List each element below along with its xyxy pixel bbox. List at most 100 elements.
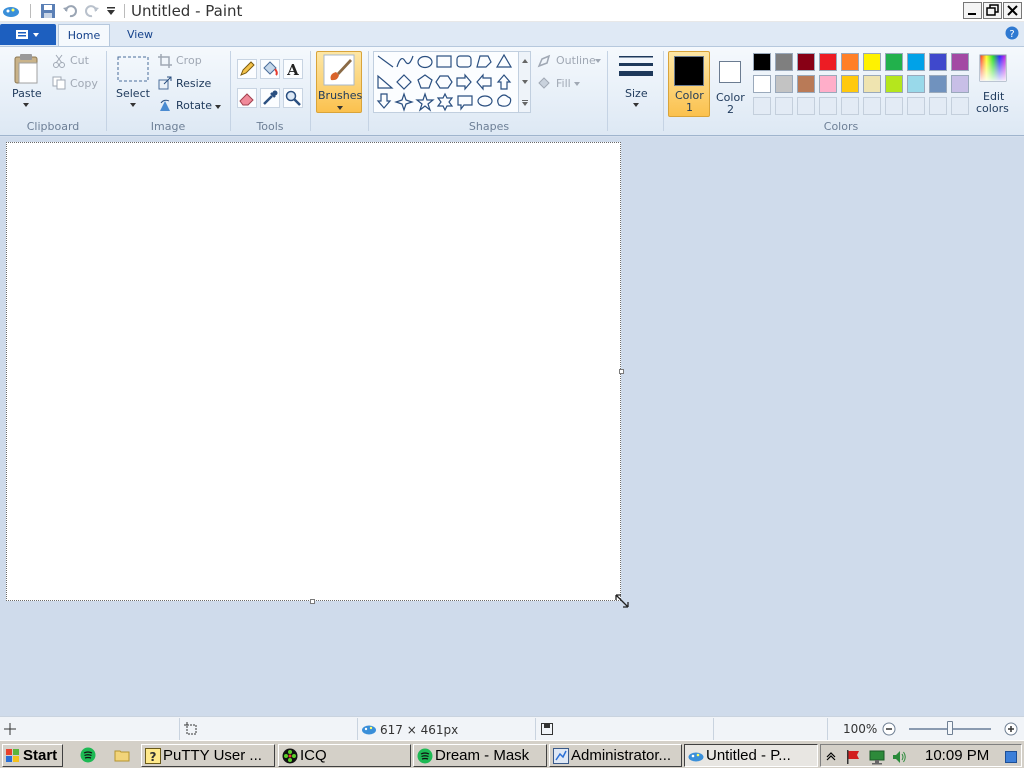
close-button[interactable] xyxy=(1003,2,1022,19)
palette-swatch[interactable] xyxy=(819,75,837,93)
start-button[interactable]: Start xyxy=(2,744,63,767)
crop-button[interactable]: Crop xyxy=(176,54,202,67)
palette-custom-swatch[interactable] xyxy=(753,97,771,115)
tray-expand-icon[interactable] xyxy=(826,751,836,761)
rotate-dropdown-arrow-icon[interactable] xyxy=(215,105,221,109)
brushes-button[interactable]: Brushes xyxy=(316,51,362,113)
canvas-resize-handle-bottom[interactable] xyxy=(310,599,315,604)
palette-swatch[interactable] xyxy=(885,75,903,93)
palette-swatch[interactable] xyxy=(775,53,793,71)
canvas-resize-handle-corner-icon[interactable] xyxy=(614,593,630,609)
palette-swatch[interactable] xyxy=(929,53,947,71)
palette-swatch[interactable] xyxy=(907,75,925,93)
color-2-button[interactable]: Color 2 xyxy=(712,51,750,117)
down-arrow-shape-icon[interactable] xyxy=(376,93,392,109)
four-point-star-shape-icon[interactable] xyxy=(394,92,414,112)
curve-shape-icon[interactable] xyxy=(396,55,414,68)
rounded-callout-shape-icon[interactable] xyxy=(457,95,473,111)
select-dropdown-arrow-icon[interactable] xyxy=(130,103,136,107)
palette-custom-swatch[interactable] xyxy=(841,97,859,115)
paste-button[interactable]: Paste xyxy=(12,87,42,100)
eraser-tool[interactable] xyxy=(237,88,257,108)
size-button[interactable]: Size xyxy=(614,51,658,113)
shapes-more-icon[interactable] xyxy=(522,100,528,106)
rectangle-shape-icon[interactable] xyxy=(436,55,452,68)
cut-button[interactable]: Cut xyxy=(70,54,89,67)
shapes-scroll[interactable] xyxy=(518,52,530,112)
save-icon[interactable] xyxy=(40,3,56,19)
up-arrow-shape-icon[interactable] xyxy=(496,74,512,90)
right-triangle-shape-icon[interactable] xyxy=(377,74,394,89)
shapes-scroll-down-icon[interactable] xyxy=(522,80,528,84)
oval-shape-icon[interactable] xyxy=(417,55,433,69)
polygon-shape-icon[interactable] xyxy=(476,55,492,68)
color-picker-tool[interactable] xyxy=(260,88,280,108)
pentagon-shape-icon[interactable] xyxy=(417,74,433,89)
undo-icon[interactable] xyxy=(62,3,78,19)
minimize-button[interactable] xyxy=(963,2,982,19)
paste-dropdown-arrow-icon[interactable] xyxy=(23,103,29,107)
cloud-callout-shape-icon[interactable] xyxy=(497,94,512,107)
redo-icon[interactable] xyxy=(84,3,100,19)
tab-view[interactable]: View xyxy=(114,24,166,46)
zoom-out-icon[interactable] xyxy=(882,722,896,736)
palette-swatch[interactable] xyxy=(819,53,837,71)
network-icon[interactable] xyxy=(869,749,885,765)
taskbar-item-spotify[interactable]: Dream - Mask xyxy=(413,744,547,767)
drawing-canvas[interactable] xyxy=(6,142,621,601)
select-icon[interactable] xyxy=(117,56,149,82)
palette-swatch[interactable] xyxy=(841,75,859,93)
palette-custom-swatch[interactable] xyxy=(797,97,815,115)
copy-button[interactable]: Copy xyxy=(70,77,98,90)
paint-app-icon[interactable] xyxy=(2,2,20,20)
taskbar-item-administrator[interactable]: Administrator... xyxy=(549,744,682,767)
color-1-button[interactable]: Color 1 xyxy=(668,51,710,117)
tab-home[interactable]: Home xyxy=(58,24,110,46)
volume-icon[interactable] xyxy=(891,749,907,765)
outline-button[interactable]: Outline xyxy=(556,54,596,67)
rounded-rectangle-shape-icon[interactable] xyxy=(456,55,472,68)
palette-custom-swatch[interactable] xyxy=(951,97,969,115)
zoom-slider-thumb[interactable] xyxy=(947,721,953,735)
canvas-resize-handle-right[interactable] xyxy=(619,369,624,374)
palette-swatch[interactable] xyxy=(929,75,947,93)
paint-menu-button[interactable] xyxy=(0,24,56,45)
resize-button[interactable]: Resize xyxy=(176,77,211,90)
palette-swatch[interactable] xyxy=(863,75,881,93)
select-button[interactable]: Select xyxy=(116,87,150,100)
left-arrow-shape-icon[interactable] xyxy=(476,73,492,91)
fill-tool[interactable] xyxy=(260,59,280,79)
text-tool[interactable]: A xyxy=(283,59,303,79)
shapes-scroll-up-icon[interactable] xyxy=(522,59,528,63)
palette-swatch[interactable] xyxy=(797,75,815,93)
palette-swatch[interactable] xyxy=(753,53,771,71)
fill-button[interactable]: Fill xyxy=(556,77,571,90)
palette-swatch[interactable] xyxy=(907,53,925,71)
magnifier-tool[interactable] xyxy=(283,88,303,108)
palette-swatch[interactable] xyxy=(885,53,903,71)
five-point-star-shape-icon[interactable] xyxy=(415,92,435,112)
right-arrow-shape-icon[interactable] xyxy=(456,73,472,91)
show-desktop-icon[interactable] xyxy=(1005,751,1017,763)
hexagon-shape-icon[interactable] xyxy=(435,75,453,89)
pencil-tool[interactable] xyxy=(237,59,257,79)
palette-swatch[interactable] xyxy=(753,75,771,93)
diamond-shape-icon[interactable] xyxy=(396,74,412,90)
oval-callout-shape-icon[interactable] xyxy=(477,95,493,107)
fill-dropdown-arrow-icon[interactable] xyxy=(574,82,580,86)
palette-swatch[interactable] xyxy=(863,53,881,71)
triangle-shape-icon[interactable] xyxy=(495,53,513,68)
edit-colors-button[interactable]: Edit colors xyxy=(974,51,1014,115)
taskbar-item-paint[interactable]: Untitled - P... xyxy=(684,744,818,767)
six-point-star-shape-icon[interactable] xyxy=(436,92,454,112)
palette-custom-swatch[interactable] xyxy=(775,97,793,115)
palette-swatch[interactable] xyxy=(797,53,815,71)
taskbar-item-putty[interactable]: ? PuTTY User ... xyxy=(141,744,275,767)
palette-swatch[interactable] xyxy=(951,53,969,71)
customize-quick-access-icon[interactable] xyxy=(106,6,116,16)
palette-custom-swatch[interactable] xyxy=(863,97,881,115)
help-icon[interactable]: ? xyxy=(1005,26,1019,40)
zoom-in-icon[interactable] xyxy=(1004,722,1018,736)
paste-icon[interactable] xyxy=(11,52,43,86)
restore-button[interactable] xyxy=(983,2,1002,19)
